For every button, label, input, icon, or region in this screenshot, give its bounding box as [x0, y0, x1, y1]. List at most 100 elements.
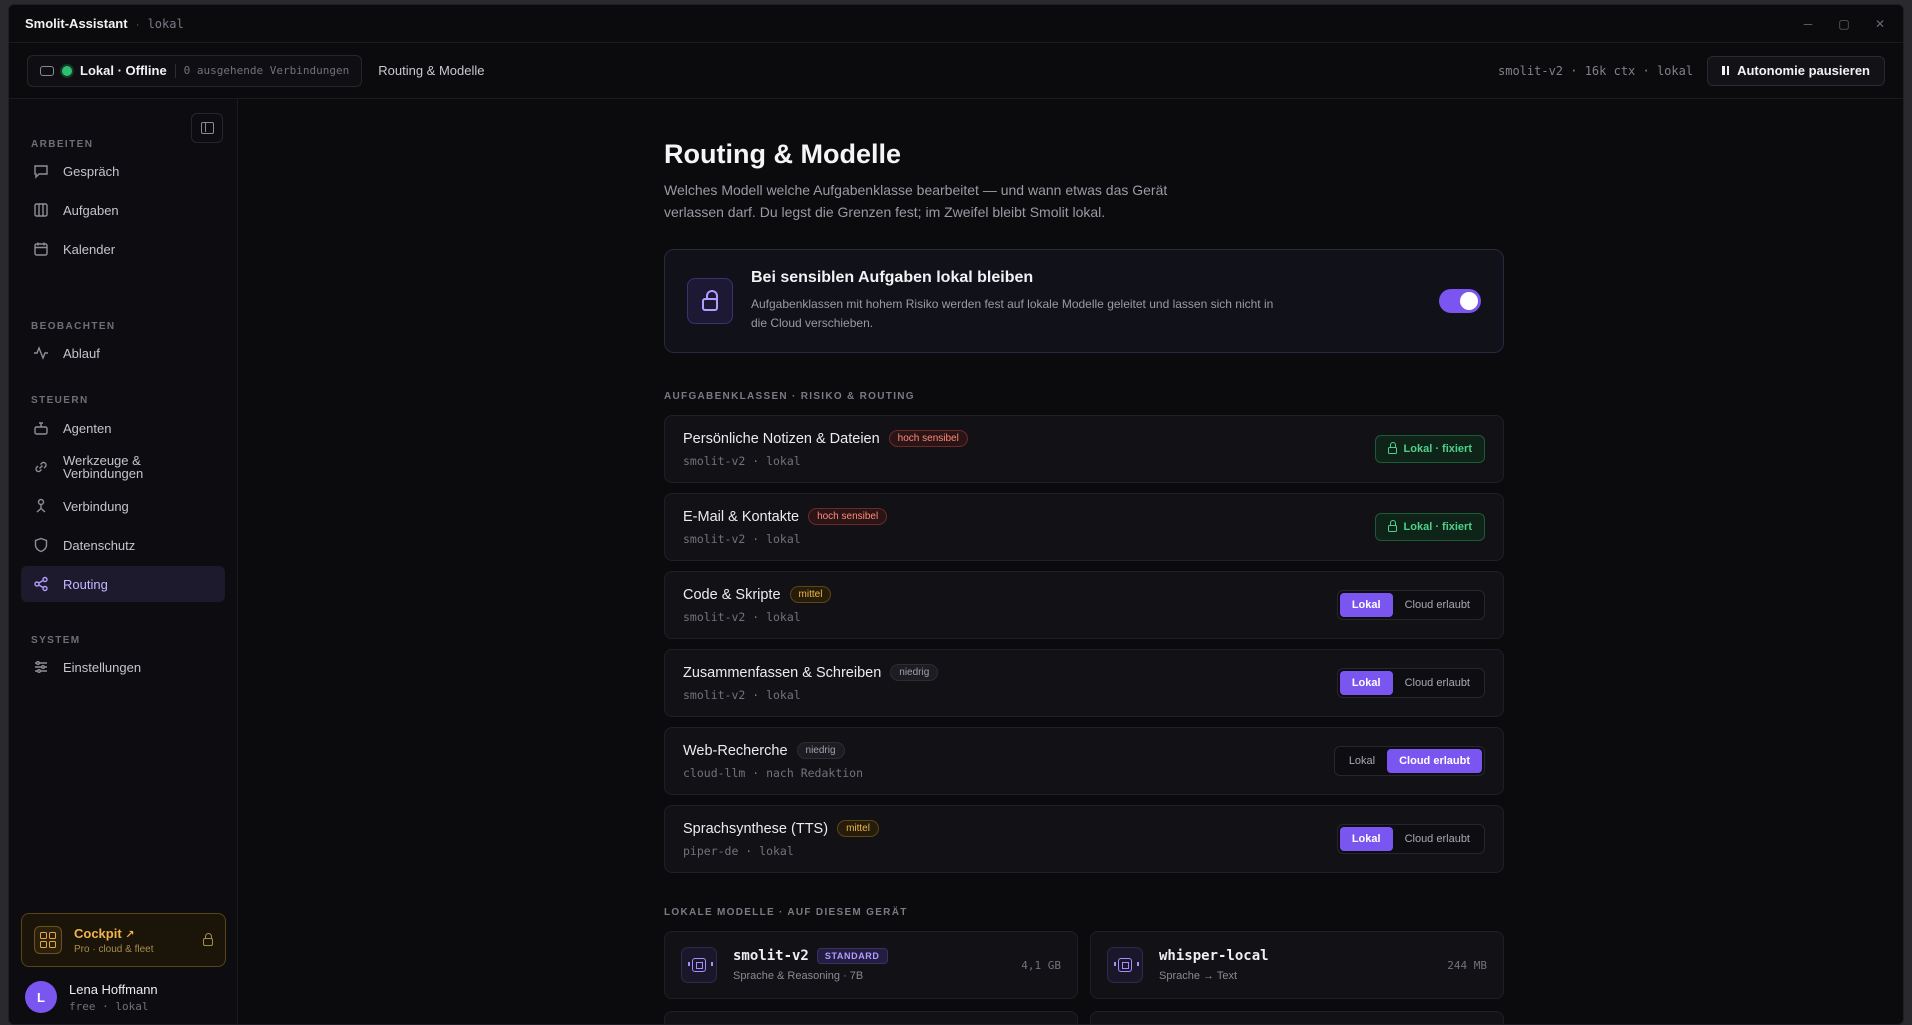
local-fixed-badge: Lokal · fixiert — [1374, 513, 1485, 541]
model-card[interactable]: whisper-local Sprache → Text 244 MB — [1090, 931, 1504, 999]
kanban-icon — [33, 202, 49, 218]
sidebar-item-aufgaben[interactable]: Aufgaben — [21, 192, 225, 228]
classes-section-label: AUFGABENKLASSEN · RISIKO & ROUTING — [664, 391, 915, 402]
section-label: ARBEITEN — [31, 139, 94, 150]
task-class-model: smolit-v2 · lokal — [683, 454, 801, 468]
activity-icon — [33, 345, 49, 361]
sensitive-local-toggle[interactable] — [1439, 289, 1481, 313]
route-cloud-option[interactable]: Cloud erlaubt — [1393, 827, 1482, 851]
shield-icon — [33, 537, 49, 553]
close-icon[interactable]: ✕ — [1873, 17, 1887, 31]
page-description: Welches Modell welche Aufgabenklasse bea… — [664, 182, 1168, 220]
route-local-option[interactable]: Lokal — [1339, 827, 1393, 851]
model-card[interactable] — [664, 1011, 1078, 1024]
task-class-name: Persönliche Notizen & Dateien — [683, 430, 880, 447]
maximize-icon[interactable]: ▢ — [1837, 17, 1851, 31]
routing-segmented-control: Lokal Cloud erlaubt — [1336, 668, 1485, 698]
risk-badge: hoch sensibel — [888, 430, 968, 447]
model-header: smolit-v2 STANDARD — [733, 948, 888, 964]
lock-icon — [203, 933, 213, 946]
sidebar-item-ablauf[interactable]: Ablauf — [21, 335, 225, 371]
pause-autonomy-button[interactable]: Autonomie pausieren — [1707, 55, 1885, 86]
pause-icon — [1722, 66, 1730, 75]
cockpit-title: Cockpit ↗ — [74, 925, 135, 941]
chat-icon — [33, 163, 49, 179]
model-size: 4,1 GB — [1021, 958, 1061, 972]
cockpit-upsell-card[interactable]: Cockpit ↗ Pro · cloud & fleet — [21, 913, 226, 967]
default-badge: STANDARD — [816, 948, 888, 964]
app-window: Smolit-Assistant · lokal ─ ▢ ✕ Lokal · O… — [8, 4, 1904, 1025]
task-class-row: Persönliche Notizen & Dateien hoch sensi… — [664, 415, 1504, 483]
section-label: STEUERN — [31, 395, 89, 406]
breadcrumb: Routing & Modelle — [378, 63, 485, 78]
sidebar-item-label: Aufgaben — [63, 202, 119, 218]
sidebar-item-datenschutz[interactable]: Datenschutz — [21, 527, 225, 563]
avatar: L — [25, 981, 57, 1013]
chip-icon — [688, 958, 713, 972]
cockpit-subtitle: Pro · cloud & fleet — [74, 943, 154, 955]
route-local-option[interactable]: Lokal — [1339, 593, 1393, 617]
task-class-header: Zusammenfassen & Schreiben niedrig — [683, 664, 939, 681]
sidebar-item-label: Verbindung — [63, 498, 129, 514]
robot-icon — [33, 420, 49, 436]
task-class-model: cloud-llm · nach Redaktion — [683, 766, 864, 780]
model-description: Sprache → Text — [1159, 970, 1238, 982]
user-info: Lena Hoffmann free · lokal — [57, 982, 158, 1013]
minimize-icon[interactable]: ─ — [1801, 17, 1815, 31]
sidebar-item-agenten[interactable]: Agenten — [21, 410, 225, 446]
task-class-name: Web-Recherche — [683, 742, 788, 759]
collapse-sidebar-button[interactable] — [191, 113, 223, 143]
model-name: smolit-v2 — [733, 948, 809, 964]
outgoing-connections: 0 ausgehende Verbindungen — [183, 64, 350, 77]
user-plan: free · lokal — [69, 999, 149, 1013]
model-card[interactable] — [1090, 1011, 1504, 1024]
task-class-info: Code & Skripte mittel smolit-v2 · lokal — [683, 586, 832, 624]
pause-autonomy-label: Autonomie pausieren — [1737, 63, 1870, 78]
online-dot-icon — [62, 65, 72, 76]
sidebar-item-verbindung[interactable]: Verbindung — [21, 488, 225, 524]
task-class-row: Web-Recherche niedrig cloud-llm · nach R… — [664, 727, 1504, 795]
task-class-name: Sprachsynthese (TTS) — [683, 820, 829, 837]
route-local-option[interactable]: Lokal — [1339, 671, 1393, 695]
lock-icon — [1387, 520, 1397, 532]
sidebar-item-werkzeuge[interactable]: Werkzeuge & Verbindungen — [21, 449, 225, 485]
task-class-model: smolit-v2 · lokal — [683, 688, 801, 702]
sidebar-item-gespraech[interactable]: Gespräch — [21, 153, 225, 189]
route-cloud-option[interactable]: Cloud erlaubt — [1393, 671, 1482, 695]
person-icon — [33, 498, 49, 514]
sensitive-text: Bei sensiblen Aufgaben lokal bleiben Auf… — [751, 269, 1291, 333]
model-name: whisper-local — [1159, 948, 1269, 964]
top-bar: Lokal · Offline 0 ausgehende Verbindunge… — [9, 43, 1903, 99]
title-separator: · — [135, 16, 140, 31]
user-profile[interactable]: L Lena Hoffmann free · lokal — [25, 981, 158, 1013]
task-class-info: Web-Recherche niedrig cloud-llm · nach R… — [683, 742, 863, 780]
route-local-option[interactable]: Lokal — [1337, 749, 1387, 773]
model-info: smolit-v2 · 16k ctx · lokal — [1498, 63, 1694, 78]
sensitive-description: Aufgabenklassen mit hohem Risiko werden … — [751, 297, 1274, 330]
sidebar-item-label: Gespräch — [63, 163, 120, 179]
task-class-header: Sprachsynthese (TTS) mittel — [683, 820, 879, 837]
task-class-header: Persönliche Notizen & Dateien hoch sensi… — [683, 430, 968, 447]
user-name: Lena Hoffmann — [69, 981, 158, 997]
connection-state: Lokal · Offline — [80, 63, 167, 78]
section-label: BEOBACHTEN — [31, 321, 116, 332]
sidebar-item-label: Ablauf — [63, 345, 100, 361]
task-class-name: Code & Skripte — [683, 586, 781, 603]
divider — [174, 63, 176, 78]
task-class-row: Zusammenfassen & Schreiben niedrig smoli… — [664, 649, 1504, 717]
connection-status[interactable]: Lokal · Offline 0 ausgehende Verbindunge… — [27, 54, 363, 87]
sidebar-item-label: Agenten — [63, 420, 112, 436]
model-card[interactable]: smolit-v2 STANDARD Sprache & Reasoning ·… — [664, 931, 1078, 999]
cockpit-text: Cockpit ↗ Pro · cloud & fleet — [74, 926, 153, 955]
sidebar-item-kalender[interactable]: Kalender — [21, 231, 225, 267]
page-title: Routing & Modelle — [664, 139, 901, 169]
route-cloud-option[interactable]: Cloud erlaubt — [1387, 749, 1482, 773]
sidebar-item-routing[interactable]: Routing — [21, 566, 225, 602]
sidebar-item-einstellungen[interactable]: Einstellungen — [21, 649, 225, 685]
route-cloud-option[interactable]: Cloud erlaubt — [1393, 593, 1482, 617]
model-description: Sprache & Reasoning · 7B — [733, 970, 864, 982]
model-header: whisper-local — [1159, 948, 1269, 964]
sidebar-toggle-icon — [200, 122, 214, 134]
local-fixed-label: Lokal · fixiert — [1403, 443, 1472, 455]
task-class-info: Zusammenfassen & Schreiben niedrig smoli… — [683, 664, 939, 702]
